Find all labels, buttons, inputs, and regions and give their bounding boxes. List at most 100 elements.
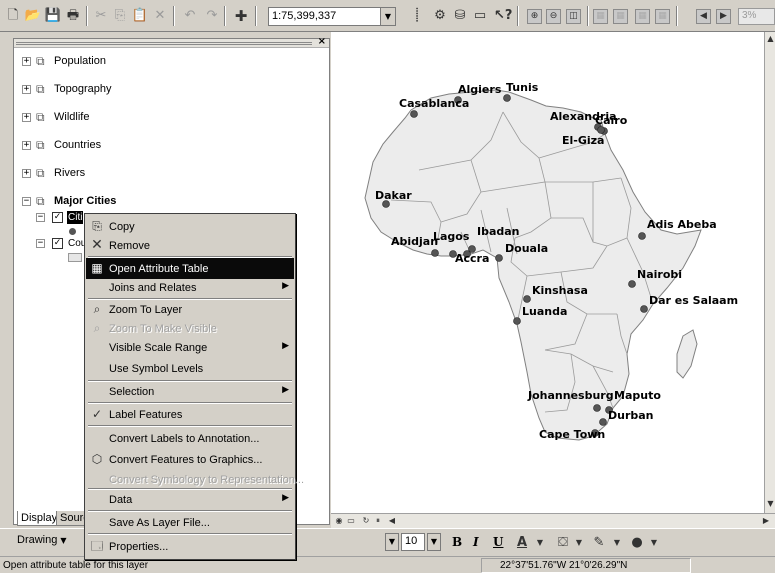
menu-item-selection[interactable]: Selection ▶ bbox=[86, 381, 294, 402]
forward-extent-icon[interactable]: ▶ bbox=[716, 9, 731, 24]
redo-icon[interactable]: ↷ bbox=[203, 7, 221, 25]
menu-item-convert-features[interactable]: ⬡ Convert Features to Graphics... bbox=[86, 449, 294, 470]
expand-icon[interactable]: + bbox=[22, 57, 31, 66]
map-scale-input[interactable]: 1:75,399,337 bbox=[268, 7, 380, 26]
city-point[interactable] bbox=[431, 249, 439, 257]
copy-icon[interactable]: ⎘ bbox=[111, 7, 129, 25]
toc-title-bar[interactable]: × bbox=[14, 36, 329, 48]
city-point[interactable] bbox=[593, 404, 601, 412]
city-point[interactable] bbox=[495, 254, 503, 262]
font-size-input[interactable]: 10 bbox=[401, 533, 425, 551]
arctoolbox-icon[interactable]: ⚙ bbox=[431, 7, 449, 25]
undo-icon[interactable]: ↶ bbox=[181, 7, 199, 25]
refresh-icon[interactable]: ↻ bbox=[361, 515, 371, 527]
menu-separator bbox=[88, 533, 292, 535]
italic-button[interactable]: I bbox=[473, 535, 479, 549]
new-document-icon[interactable]: 🗋 bbox=[4, 7, 22, 25]
menu-item-zoom-to-layer[interactable]: ⌕ Zoom To Layer bbox=[86, 299, 294, 320]
save-icon[interactable]: 💾 bbox=[44, 7, 62, 25]
chevron-down-icon[interactable]: ▼ bbox=[570, 534, 588, 552]
cut-icon[interactable]: ✂ bbox=[92, 7, 110, 25]
marker-color-icon[interactable]: ● bbox=[628, 534, 646, 552]
menu-item-zoom-to-make-visible[interactable]: ⌕ Zoom To Make Visible bbox=[86, 318, 294, 339]
line-color-icon[interactable]: ✎ bbox=[590, 534, 608, 552]
menu-item-use-symbol-levels[interactable]: Use Symbol Levels bbox=[86, 358, 294, 379]
scroll-down-icon[interactable]: ▼ bbox=[766, 498, 775, 510]
window-icon[interactable]: ▭ bbox=[471, 7, 489, 25]
layout-icon[interactable]: ▦ bbox=[593, 9, 608, 24]
collapse-icon[interactable]: − bbox=[36, 239, 45, 248]
city-point[interactable] bbox=[628, 280, 636, 288]
city-point[interactable] bbox=[638, 232, 646, 240]
menu-item-label: Convert Labels to Annotation... bbox=[109, 433, 260, 445]
data-view-icon[interactable]: ◉ bbox=[334, 515, 344, 527]
chevron-down-icon[interactable]: ▼ bbox=[427, 533, 441, 551]
menu-item-open-attribute-table[interactable]: ▦ Open Attribute Table bbox=[86, 258, 294, 279]
chevron-down-icon[interactable]: ▼ bbox=[645, 534, 663, 552]
delete-icon[interactable]: ✕ bbox=[151, 7, 169, 25]
layout-view-icon[interactable]: ▭ bbox=[346, 515, 356, 527]
expand-icon[interactable]: + bbox=[22, 85, 31, 94]
zoom-in-fixed-icon[interactable]: ⊕ bbox=[527, 9, 542, 24]
pause-icon[interactable]: ⏸ bbox=[373, 515, 383, 527]
zoom-out-fixed-icon[interactable]: ⊖ bbox=[546, 9, 561, 24]
chevron-down-icon[interactable]: ▼ bbox=[608, 534, 626, 552]
full-extent-icon[interactable]: ◫ bbox=[566, 9, 581, 24]
menu-item-joins-and-relates[interactable]: Joins and Relates ▶ bbox=[86, 277, 294, 298]
sublayer-cities-label[interactable]: Citi bbox=[67, 211, 84, 224]
collapse-icon[interactable]: − bbox=[22, 197, 31, 206]
city-point[interactable] bbox=[597, 126, 605, 134]
scroll-right-icon[interactable]: ▶ bbox=[761, 515, 771, 527]
visibility-checkbox[interactable]: ✓ bbox=[52, 238, 63, 249]
tab-display[interactable]: Display bbox=[17, 511, 62, 526]
editor-icon[interactable]: ⸽ bbox=[408, 7, 426, 25]
close-icon[interactable]: × bbox=[318, 36, 326, 47]
layout-icon[interactable]: ▦ bbox=[635, 9, 650, 24]
back-extent-icon[interactable]: ◀ bbox=[696, 9, 711, 24]
map-view[interactable]: Algiers Tunis Casablanca Alexandria Cairo El-… bbox=[331, 32, 764, 513]
font-family-dropdown-icon[interactable]: ▼ bbox=[385, 533, 399, 551]
submenu-arrow-icon: ▶ bbox=[282, 385, 289, 395]
visibility-checkbox[interactable]: ✓ bbox=[52, 212, 63, 223]
menu-item-convert-labels[interactable]: Convert Labels to Annotation... bbox=[86, 428, 294, 449]
menu-item-data[interactable]: Data ▶ bbox=[86, 489, 294, 510]
chevron-down-icon[interactable]: ▼ bbox=[531, 534, 549, 552]
chevron-down-icon[interactable]: ▼ bbox=[380, 7, 396, 26]
layout-icon[interactable]: ▦ bbox=[613, 9, 628, 24]
scroll-left-icon[interactable]: ◀ bbox=[387, 515, 397, 527]
scroll-up-icon[interactable]: ▲ bbox=[766, 33, 775, 45]
menu-item-convert-symbology[interactable]: Convert Symbology to Representation... bbox=[86, 469, 304, 490]
menu-item-label: Use Symbol Levels bbox=[109, 363, 204, 375]
open-folder-icon[interactable]: 📂 bbox=[24, 7, 42, 25]
font-color-icon[interactable]: A bbox=[513, 534, 531, 552]
add-data-icon[interactable]: ✚ bbox=[232, 7, 250, 25]
menu-item-save-as-layer-file[interactable]: Save As Layer File... bbox=[86, 512, 294, 533]
menu-item-copy[interactable]: ⎘ Copy bbox=[86, 216, 294, 237]
collapse-icon[interactable]: − bbox=[36, 213, 45, 222]
print-icon[interactable]: 🖶 bbox=[64, 7, 82, 25]
menu-item-label-features[interactable]: ✓ Label Features bbox=[86, 404, 294, 425]
city-point[interactable] bbox=[410, 110, 418, 118]
layout-icon[interactable]: ▦ bbox=[655, 9, 670, 24]
expand-icon[interactable]: + bbox=[22, 113, 31, 122]
expand-icon[interactable]: + bbox=[22, 169, 31, 178]
expand-icon[interactable]: + bbox=[22, 141, 31, 150]
map-vertical-scrollbar[interactable]: ▲ ▼ bbox=[764, 32, 775, 513]
catalog-icon[interactable]: ⛁ bbox=[451, 7, 469, 25]
city-label: Cape Town bbox=[539, 428, 605, 441]
city-point[interactable] bbox=[640, 305, 648, 313]
city-point[interactable] bbox=[523, 295, 531, 303]
bold-button[interactable]: B bbox=[452, 535, 462, 549]
drawing-menu-button[interactable]: Drawing ▼ bbox=[17, 534, 67, 546]
whats-this-icon[interactable]: ↖? bbox=[494, 7, 512, 25]
menu-item-visible-scale-range[interactable]: Visible Scale Range ▶ bbox=[86, 337, 294, 358]
city-point[interactable] bbox=[503, 94, 511, 102]
menu-item-remove[interactable]: ✕ Remove bbox=[86, 235, 294, 256]
underline-button[interactable]: U bbox=[493, 535, 503, 549]
zoom-percent-input[interactable]: 3% bbox=[738, 8, 775, 25]
city-point[interactable] bbox=[599, 418, 607, 426]
menu-item-properties[interactable]: 🗔 Properties... bbox=[86, 536, 294, 557]
paste-icon[interactable]: 📋 bbox=[131, 7, 149, 25]
toolbar-separator bbox=[676, 6, 678, 26]
city-point[interactable] bbox=[513, 317, 521, 325]
